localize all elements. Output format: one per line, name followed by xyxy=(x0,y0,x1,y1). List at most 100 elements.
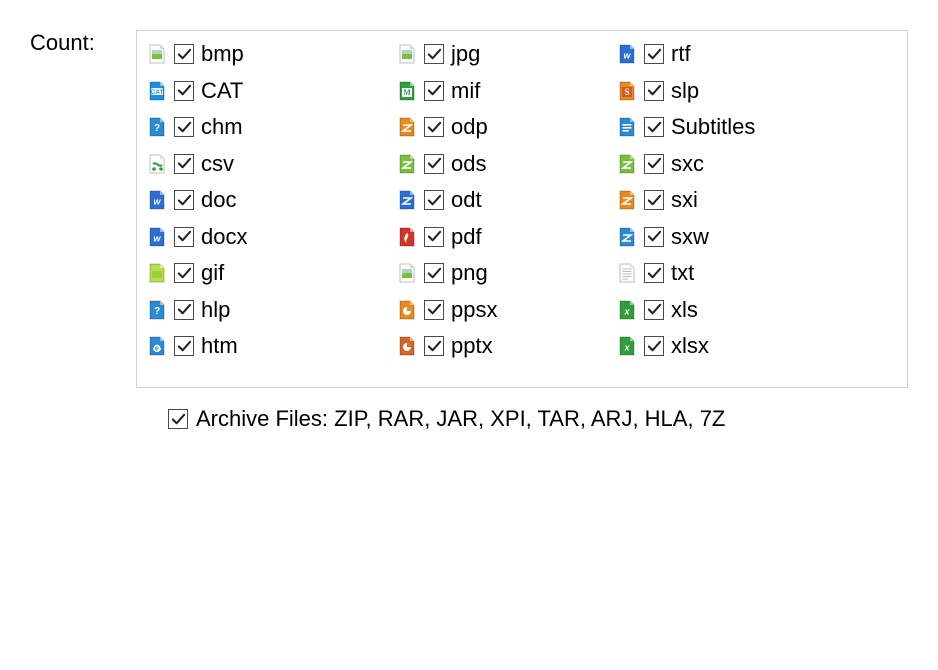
filetype-label: odt xyxy=(451,187,482,213)
subtitles-icon xyxy=(617,117,637,137)
word-icon: w xyxy=(147,190,167,210)
filetype-label: htm xyxy=(201,333,238,359)
sxc-icon xyxy=(617,154,637,174)
filetype-item-gif: gif xyxy=(147,258,397,288)
filetype-item-sxi: sxi xyxy=(617,185,847,215)
filetype-item-odp: odp xyxy=(397,112,617,142)
filetype-item-subtitles: Subtitles xyxy=(617,112,847,142)
checkbox-rtf[interactable] xyxy=(644,44,664,64)
mif-icon: M xyxy=(397,81,417,101)
txt-icon xyxy=(617,263,637,283)
odp-icon xyxy=(397,117,417,137)
checkbox-sxc[interactable] xyxy=(644,154,664,174)
filetype-label: txt xyxy=(671,260,694,286)
checkbox-pdf[interactable] xyxy=(424,227,444,247)
filetype-label: sxc xyxy=(671,151,704,177)
checkbox-hlp[interactable] xyxy=(174,300,194,320)
checkbox-sxw[interactable] xyxy=(644,227,664,247)
checkbox-xls[interactable] xyxy=(644,300,664,320)
checkbox-cat[interactable] xyxy=(174,81,194,101)
filetype-label: CAT xyxy=(201,78,243,104)
svg-text:CAT: CAT xyxy=(151,89,164,96)
filetype-item-docx: w docx xyxy=(147,222,397,252)
slp-icon: S xyxy=(617,81,637,101)
checkbox-gif[interactable] xyxy=(174,263,194,283)
svg-text:w: w xyxy=(153,233,161,243)
checkbox-pptx[interactable] xyxy=(424,336,444,356)
filetype-item-bmp: bmp xyxy=(147,39,397,69)
filetype-label: rtf xyxy=(671,41,691,67)
svg-text:?: ? xyxy=(154,123,160,134)
filetype-label: ppsx xyxy=(451,297,497,323)
svg-text:M: M xyxy=(403,88,411,97)
filetype-label: csv xyxy=(201,151,234,177)
filetypes-panel: bmp CAT CAT ? chm csv w doc w docx gif ?… xyxy=(136,30,908,388)
odt-icon xyxy=(397,190,417,210)
archive-label: Archive Files: ZIP, RAR, JAR, XPI, TAR, … xyxy=(196,406,725,432)
checkbox-docx[interactable] xyxy=(174,227,194,247)
ods-icon xyxy=(397,154,417,174)
filetype-label: sxi xyxy=(671,187,698,213)
filetype-label: mif xyxy=(451,78,480,104)
checkbox-bmp[interactable] xyxy=(174,44,194,64)
checkbox-subtitles[interactable] xyxy=(644,117,664,137)
filetype-label: gif xyxy=(201,260,224,286)
checkbox-ods[interactable] xyxy=(424,154,444,174)
ppsx-icon xyxy=(397,300,417,320)
svg-text:?: ? xyxy=(154,306,160,317)
filetype-item-pdf: pdf xyxy=(397,222,617,252)
filetype-label: doc xyxy=(201,187,236,213)
word-icon: w xyxy=(147,227,167,247)
svg-text:S: S xyxy=(624,87,629,97)
pptx-icon xyxy=(397,336,417,356)
filetype-label: Subtitles xyxy=(671,114,755,140)
checkbox-ppsx[interactable] xyxy=(424,300,444,320)
filetype-label: slp xyxy=(671,78,699,104)
checkbox-htm[interactable] xyxy=(174,336,194,356)
sxw-icon xyxy=(617,227,637,247)
filetype-item-txt: txt xyxy=(617,258,847,288)
checkbox-odt[interactable] xyxy=(424,190,444,210)
checkbox-sxi[interactable] xyxy=(644,190,664,210)
checkbox-png[interactable] xyxy=(424,263,444,283)
filetype-label: pdf xyxy=(451,224,482,250)
checkbox-xlsx[interactable] xyxy=(644,336,664,356)
ie-icon: e xyxy=(147,336,167,356)
filetype-item-jpg: jpg xyxy=(397,39,617,69)
checkbox-mif[interactable] xyxy=(424,81,444,101)
checkbox-jpg[interactable] xyxy=(424,44,444,64)
image-lime-icon xyxy=(147,263,167,283)
checkbox-doc[interactable] xyxy=(174,190,194,210)
svg-text:w: w xyxy=(153,197,161,207)
checkbox-chm[interactable] xyxy=(174,117,194,137)
filetype-item-hlp: ? hlp xyxy=(147,295,397,325)
cat-icon: CAT xyxy=(147,81,167,101)
xls-icon: x xyxy=(617,300,637,320)
checkbox-txt[interactable] xyxy=(644,263,664,283)
svg-text:x: x xyxy=(623,343,630,353)
filetype-item-xls: x xls xyxy=(617,295,847,325)
filetype-item-sxc: sxc xyxy=(617,149,847,179)
filetype-item-ods: ods xyxy=(397,149,617,179)
filetype-label: ods xyxy=(451,151,486,177)
checkbox-slp[interactable] xyxy=(644,81,664,101)
filetype-label: jpg xyxy=(451,41,480,67)
filetype-item-ppsx: ppsx xyxy=(397,295,617,325)
word-icon: w xyxy=(617,44,637,64)
filetype-item-rtf: w rtf xyxy=(617,39,847,69)
checkbox-csv[interactable] xyxy=(174,154,194,174)
filetype-item-doc: w doc xyxy=(147,185,397,215)
filetype-item-cat: CAT CAT xyxy=(147,76,397,106)
filetype-label: pptx xyxy=(451,333,493,359)
filetype-label: xlsx xyxy=(671,333,709,359)
image-green-icon xyxy=(147,44,167,64)
count-label: Count: xyxy=(30,30,136,56)
image-green-icon xyxy=(397,263,417,283)
filetype-label: png xyxy=(451,260,488,286)
checkbox-odp[interactable] xyxy=(424,117,444,137)
svg-text:w: w xyxy=(623,51,631,61)
filetype-label: chm xyxy=(201,114,243,140)
svg-text:e: e xyxy=(155,346,159,353)
archive-checkbox[interactable] xyxy=(168,409,188,429)
filetype-item-csv: csv xyxy=(147,149,397,179)
